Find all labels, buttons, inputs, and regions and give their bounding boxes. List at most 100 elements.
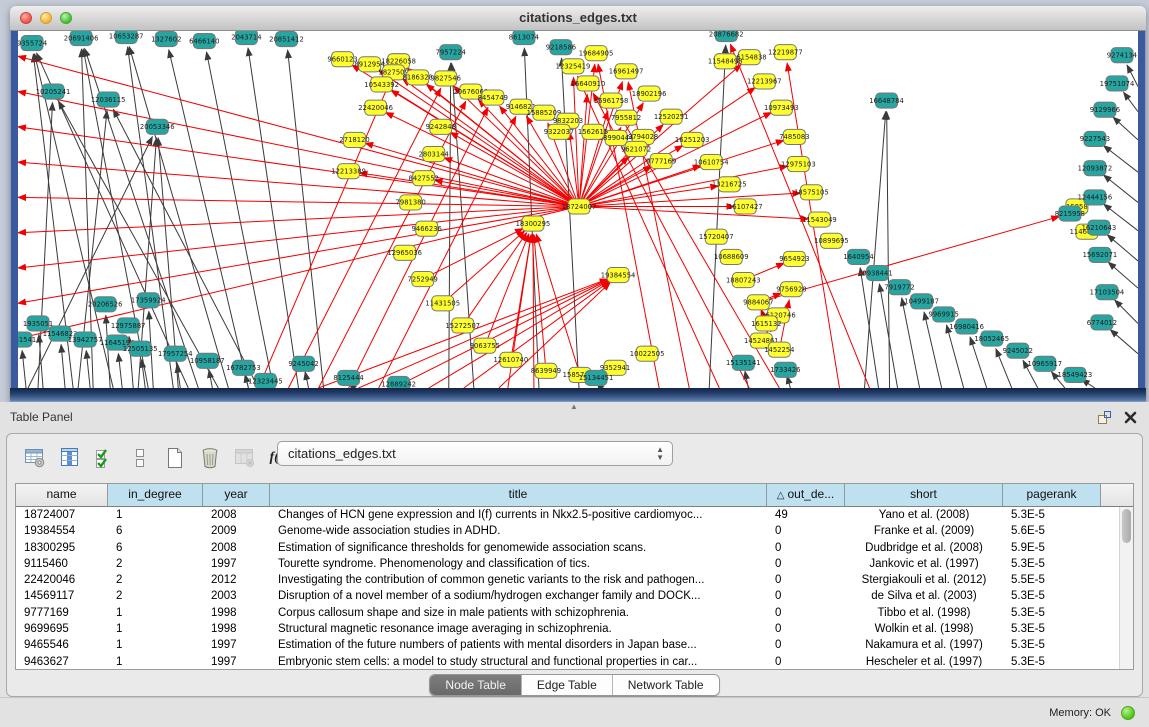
scrollbar-thumb[interactable] [1122, 509, 1131, 543]
graph-node[interactable]: 11431505 [425, 296, 460, 311]
graph-edge-red[interactable] [288, 88, 440, 388]
graph-node[interactable]: 15692071 [1083, 247, 1118, 262]
graph-node[interactable]: 12036115 [91, 92, 126, 107]
graph-edge-black[interactable] [902, 298, 920, 388]
column-header-pagerank[interactable]: pagerank [1003, 484, 1101, 506]
graph-node[interactable]: 1640954 [843, 249, 873, 264]
graph-edge-black[interactable] [86, 351, 90, 388]
table-row[interactable]: 911546021997Tourette syndrome. Phenomeno… [16, 556, 1133, 572]
graph-node[interactable]: 11543049 [802, 212, 837, 227]
graph-edge-black[interactable] [305, 372, 308, 388]
graph-node[interactable]: 10022505 [630, 346, 665, 361]
column-header-in-degree[interactable]: in_degree [108, 484, 203, 506]
graph-edge-red[interactable] [628, 82, 689, 388]
graph-node[interactable]: 2718120 [339, 132, 369, 147]
tab-edge-table[interactable]: Edge Table [522, 675, 613, 695]
graph-node[interactable]: 12213967 [747, 74, 782, 89]
graph-node[interactable]: 18052465 [974, 331, 1009, 346]
graph-node[interactable]: 8215958 [1055, 206, 1085, 221]
graph-node[interactable]: 9884067 [743, 295, 773, 310]
graph-node[interactable]: 20691406 [64, 31, 99, 46]
graph-node[interactable]: 8639949 [531, 363, 561, 378]
column-header-out-de-[interactable]: △out_de... [767, 484, 845, 506]
graph-edge-red[interactable] [18, 206, 579, 338]
graph-edge-black[interactable] [248, 48, 298, 388]
graph-node[interactable]: 7957224 [436, 45, 466, 60]
graph-node[interactable]: 7981380 [396, 195, 426, 210]
delete-icon[interactable] [198, 446, 222, 470]
graph-edge-black[interactable] [1110, 330, 1138, 354]
graph-node[interactable]: 18724007 [562, 199, 597, 214]
graph-node[interactable]: 19684905 [579, 46, 614, 61]
graph-node[interactable]: 1327602 [151, 32, 181, 47]
graph-node[interactable]: 12889242 [381, 376, 416, 388]
graph-node[interactable]: 17103504 [1090, 285, 1125, 300]
close-icon[interactable] [1124, 411, 1137, 424]
graph-node[interactable]: 16782753 [226, 360, 261, 375]
tab-network-table[interactable]: Network Table [613, 675, 719, 695]
table-row[interactable]: 1938455462009Genome-wide association stu… [16, 523, 1133, 539]
graph-edge-black[interactable] [118, 354, 122, 388]
graph-node[interactable]: 18902196 [632, 86, 667, 101]
graph-node[interactable]: 9777169 [646, 154, 676, 169]
column-select-icon[interactable] [58, 446, 82, 470]
graph-node[interactable]: 12520251 [654, 109, 689, 124]
graph-node[interactable]: 9969915 [928, 307, 958, 322]
rows-icon[interactable] [128, 446, 152, 470]
graph-node[interactable]: 9322037 [544, 124, 574, 139]
graph-node[interactable]: 10653287 [109, 31, 144, 44]
graph-edge-black[interactable] [1113, 117, 1138, 140]
graph-node[interactable]: 15135141 [726, 355, 761, 370]
graph-edge-black[interactable] [206, 52, 273, 388]
graph-node[interactable]: 18300295 [516, 216, 551, 231]
graph-node[interactable]: 7919772 [884, 280, 914, 295]
graph-node[interactable]: 9218586 [546, 40, 576, 55]
graph-node[interactable]: 13216725 [712, 177, 747, 192]
graph-edge-black[interactable] [562, 58, 579, 388]
graph-node[interactable]: 18575105 [794, 185, 829, 200]
graph-node[interactable]: 15272507 [445, 318, 480, 333]
graph-node[interactable]: 16107427 [728, 199, 763, 214]
graph-node[interactable]: 7252949 [408, 272, 438, 287]
graph-edge-black[interactable] [1115, 300, 1138, 323]
tab-node-table[interactable]: Node Table [430, 675, 522, 695]
graph-node[interactable]: 3931541 [18, 332, 36, 347]
graph-node[interactable]: 1452254 [764, 342, 794, 357]
graph-node[interactable]: 6466140 [189, 34, 219, 49]
graph-node[interactable]: 8454749 [478, 90, 508, 105]
graph-node[interactable]: 18549423 [1058, 367, 1093, 382]
table-select-dropdown[interactable]: citations_edges.txt ▲▼ [277, 441, 673, 466]
graph-edge-black[interactable] [129, 47, 228, 388]
column-header-short[interactable]: short [845, 484, 1003, 506]
graph-node[interactable]: 7485083 [779, 129, 809, 144]
graph-node[interactable]: 9466236 [412, 221, 442, 236]
graph-edge-black[interactable] [61, 345, 65, 388]
graph-edge-red[interactable] [579, 95, 587, 207]
table-row[interactable]: 1872400712008Changes of HCN gene express… [16, 507, 1133, 523]
graph-edge-black[interactable] [106, 315, 110, 388]
graph-node[interactable]: 12323445 [248, 373, 283, 388]
graph-node[interactable]: 12975103 [781, 157, 816, 172]
graph-edge-red[interactable] [463, 233, 527, 326]
table-settings-icon[interactable] [23, 446, 47, 470]
table-row[interactable]: 969969511998Structural magnetic resonanc… [16, 621, 1133, 637]
graph-node[interactable]: 16648784 [869, 93, 904, 108]
row-select-check-icon[interactable] [93, 446, 117, 470]
graph-node[interactable]: 12965036 [387, 245, 422, 260]
new-file-icon[interactable] [163, 446, 187, 470]
graph-node[interactable]: 1615132 [751, 316, 781, 331]
graph-node[interactable]: 9245042 [288, 356, 318, 371]
graph-node[interactable]: 9654923 [779, 251, 809, 266]
graph-node[interactable]: 20851412 [269, 32, 304, 47]
column-header-name[interactable]: name [16, 484, 108, 506]
column-header-title[interactable]: title [270, 484, 767, 506]
graph-node[interactable]: 15720407 [699, 229, 734, 244]
table-row[interactable]: 977716911998Corpus callosum shape and si… [16, 605, 1133, 621]
table-row[interactable]: 1456911722003Disruption of a novel membe… [16, 588, 1133, 604]
graph-node[interactable]: 10688609 [714, 249, 749, 264]
graph-node[interactable]: 20876682 [709, 31, 744, 42]
table-row[interactable]: 946554611997Estimation of the future num… [16, 637, 1133, 653]
graph-edge-red[interactable] [443, 231, 525, 303]
graph-node[interactable]: 22420046 [358, 100, 393, 115]
graph-edge-red[interactable] [18, 197, 579, 206]
